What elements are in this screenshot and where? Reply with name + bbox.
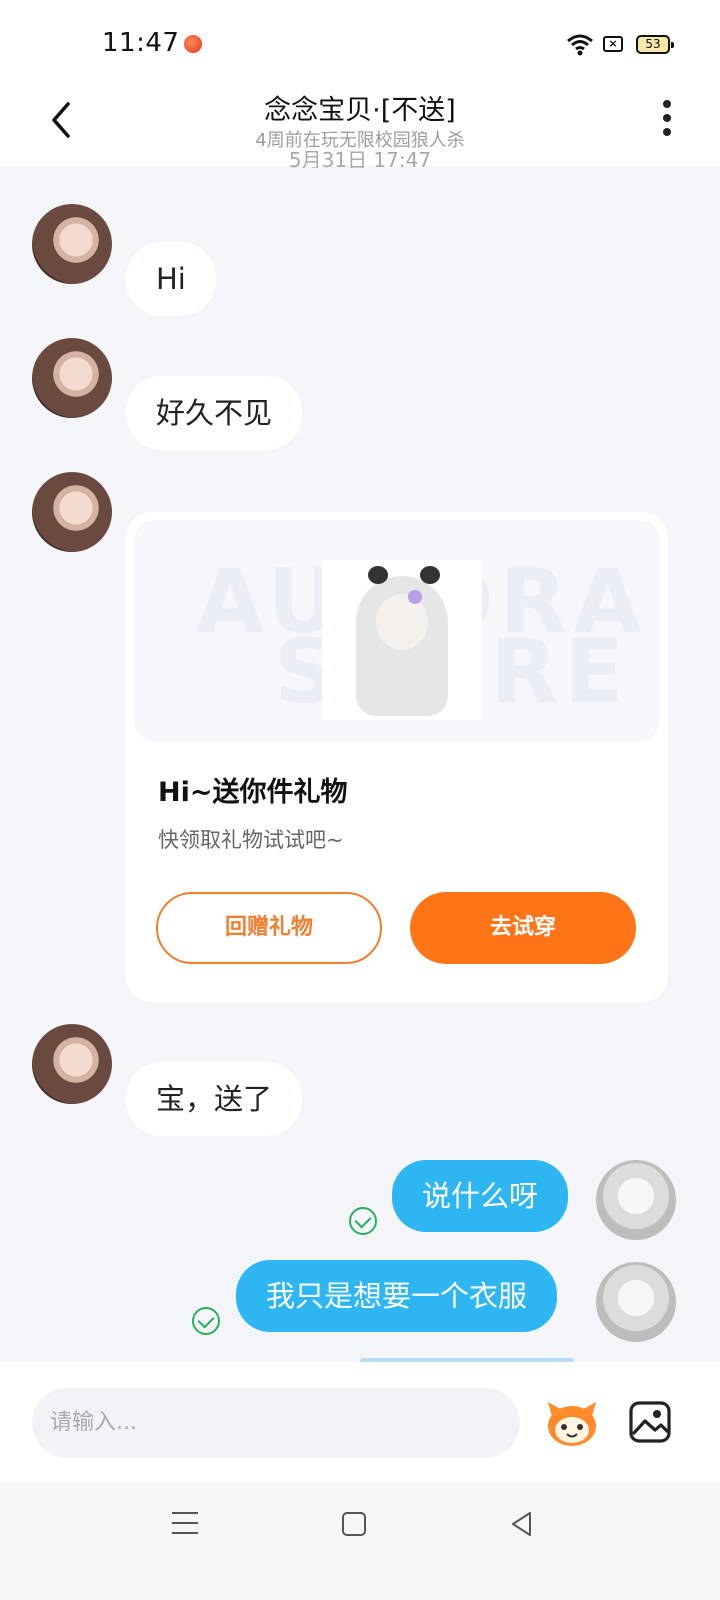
message-input[interactable]: 请输入... (32, 1388, 520, 1458)
no-sim-icon: × (603, 36, 623, 52)
battery-icon: 53 (636, 35, 674, 54)
incoming-message[interactable]: 好久不见 (126, 376, 303, 450)
battery-level: 53 (645, 37, 661, 51)
self-avatar[interactable] (596, 1262, 676, 1342)
gift-title: Hi~送你件礼物 (158, 777, 348, 808)
avatar-outfit-preview (322, 560, 482, 720)
check-circle-icon (349, 1207, 377, 1235)
contact-avatar[interactable] (32, 204, 112, 284)
self-avatar[interactable] (596, 1160, 676, 1240)
check-circle-icon (192, 1307, 220, 1335)
gift-description: 快领取礼物试试吧~ (158, 828, 344, 852)
try-on-button[interactable]: 去试穿 (410, 892, 636, 964)
contact-avatar[interactable] (32, 1024, 112, 1104)
chat-subtitle: 4周前在玩无限校园狼人杀 (255, 130, 465, 151)
system-nav-bar (0, 1482, 720, 1600)
wifi-icon (567, 34, 593, 56)
status-time: 11:47 (102, 28, 180, 58)
back-triangle-icon[interactable] (508, 1510, 536, 1538)
input-bar: 请输入... (0, 1362, 720, 1482)
contact-avatar[interactable] (32, 338, 112, 418)
contact-avatar[interactable] (32, 472, 112, 552)
incoming-message[interactable]: Hi (126, 242, 216, 316)
return-gift-button[interactable]: 回赠礼物 (156, 892, 382, 964)
notification-app-icon (184, 35, 202, 53)
more-vertical-icon[interactable] (660, 100, 674, 140)
message-timestamp: 5月31日 17:47 (288, 150, 432, 168)
home-icon[interactable] (342, 1512, 366, 1536)
mascot-sticker-icon[interactable] (544, 1398, 600, 1448)
outgoing-message[interactable]: 我只是想要一个衣服 (236, 1260, 558, 1332)
incoming-message[interactable]: 宝，送了 (126, 1062, 303, 1136)
outgoing-message[interactable]: 说什么呀 (392, 1160, 569, 1232)
recent-apps-icon[interactable] (172, 1512, 198, 1538)
image-icon[interactable] (628, 1400, 672, 1444)
gift-card[interactable]: AURORA STORE Hi~送你件礼物 快领取礼物试试吧~ 回赠礼物 去试穿 (126, 512, 668, 1002)
gift-image[interactable]: AURORA STORE (134, 520, 660, 742)
status-bar: 11:47 × 53 (0, 0, 720, 82)
chat-title[interactable]: 念念宝贝·[不送] (0, 88, 720, 127)
